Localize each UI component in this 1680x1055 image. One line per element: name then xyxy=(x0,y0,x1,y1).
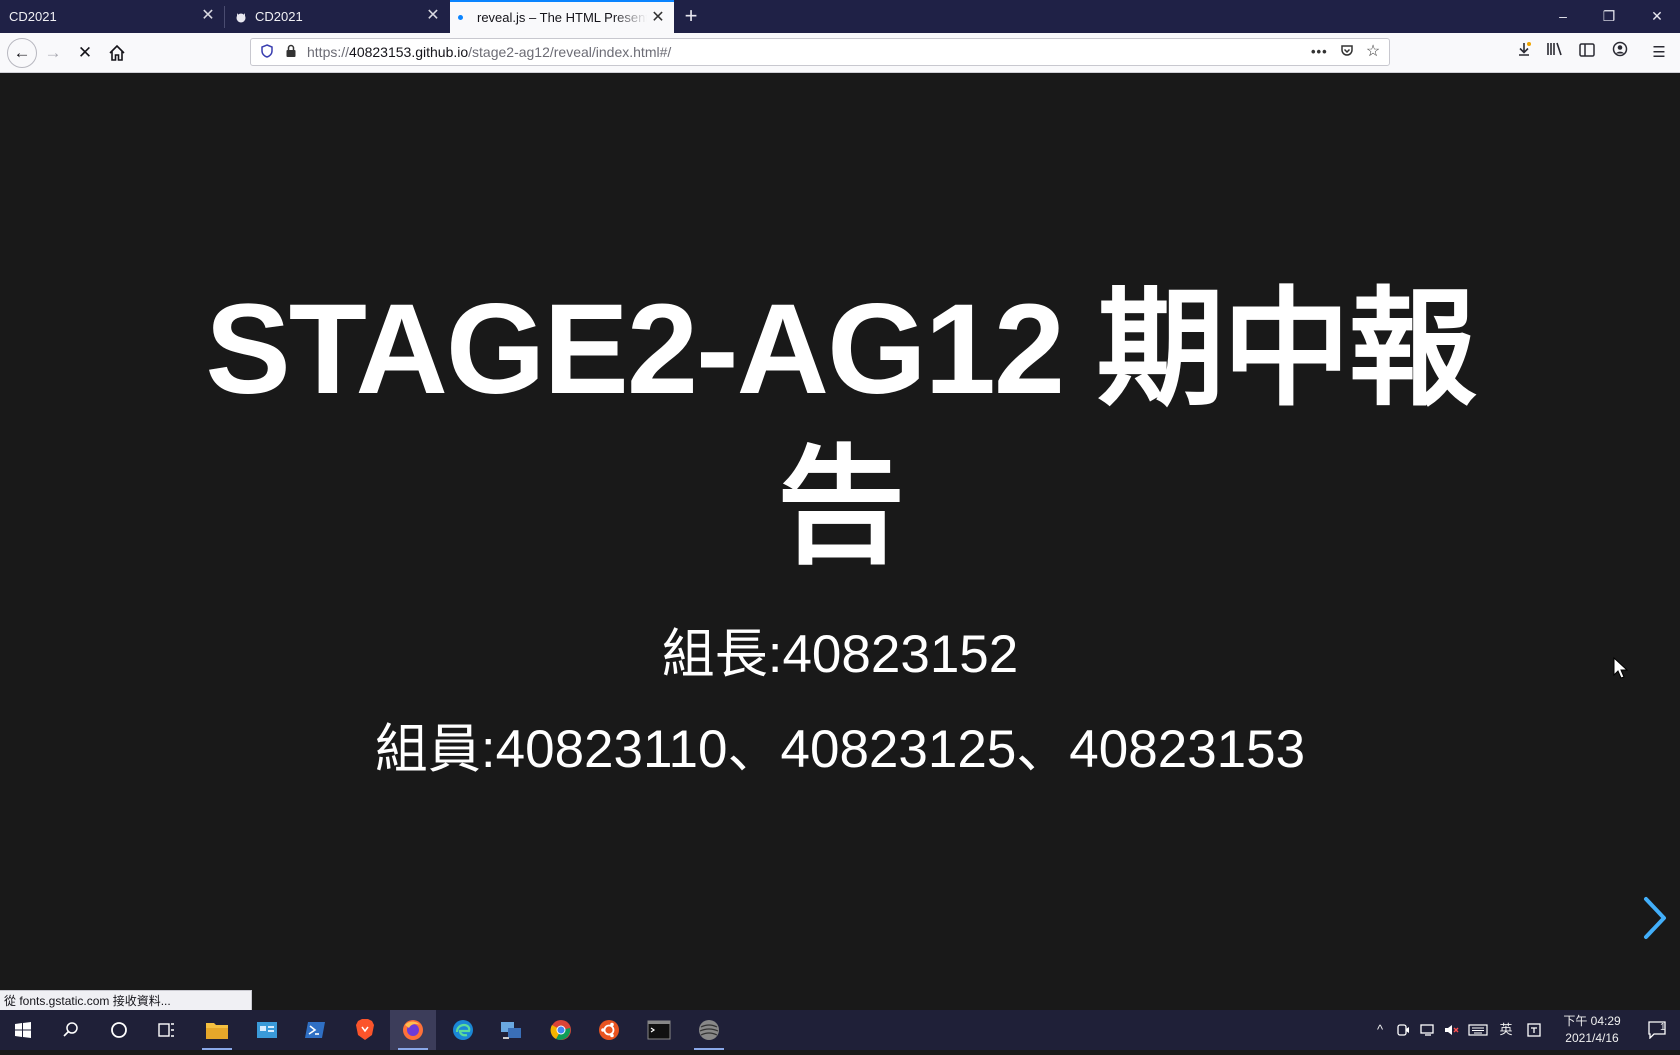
tab-cd2021-1[interactable]: CD2021 ✕ xyxy=(0,0,224,33)
restore-button[interactable]: ❐ xyxy=(1586,0,1632,33)
account-icon[interactable] xyxy=(1608,41,1632,65)
library-icon[interactable] xyxy=(1543,41,1567,65)
search-icon xyxy=(63,1022,78,1037)
notification-center-button[interactable]: 1 xyxy=(1640,1010,1676,1050)
chrome-icon xyxy=(550,1020,571,1040)
stop-button[interactable]: ✕ xyxy=(72,40,98,66)
downloads-icon[interactable] xyxy=(1512,41,1536,65)
network-icon[interactable] xyxy=(1418,1010,1438,1050)
clock-time: 下午 04:29 xyxy=(1563,1014,1621,1028)
lock-icon[interactable] xyxy=(283,44,299,60)
file-explorer-icon xyxy=(206,1023,228,1039)
search-button[interactable] xyxy=(48,1010,94,1050)
task-view-icon xyxy=(158,1023,174,1037)
cortana-button[interactable] xyxy=(96,1010,142,1050)
taskbar-firefox[interactable] xyxy=(390,1010,436,1050)
close-tab-icon[interactable]: ✕ xyxy=(200,8,216,24)
terminal-icon xyxy=(647,1020,671,1040)
tracking-shield-icon[interactable] xyxy=(259,44,275,60)
taskbar-powershell[interactable] xyxy=(292,1010,338,1050)
keyboard-icon[interactable] xyxy=(1466,1010,1490,1050)
pocket-icon[interactable] xyxy=(1339,44,1355,60)
loading-dot-icon xyxy=(458,15,463,20)
mouse-cursor-icon xyxy=(1613,657,1629,679)
volume-muted-icon[interactable] xyxy=(1442,1010,1462,1050)
taskbar-terminal[interactable] xyxy=(636,1010,682,1050)
task-view-button[interactable] xyxy=(144,1010,190,1050)
start-button[interactable] xyxy=(0,1010,46,1050)
forward-arrow-icon: → xyxy=(44,43,62,62)
taskbar-control-panel[interactable] xyxy=(244,1010,290,1050)
url-bar[interactable]: https://40823153.github.io/stage2-ag12/r… xyxy=(250,38,1390,66)
github-cat-icon xyxy=(235,11,247,23)
close-tab-icon[interactable]: ✕ xyxy=(650,10,666,26)
taskbar-file-explorer[interactable] xyxy=(194,1010,240,1050)
status-bar: 從 fonts.gstatic.com 接收資料... xyxy=(0,990,252,1011)
reveal-slide-viewport: STAGE2-AG12 期中報告 組長:40823152 組員:40823110… xyxy=(0,73,1680,1011)
minimize-button[interactable]: – xyxy=(1540,0,1586,33)
taskbar-network-tool[interactable] xyxy=(488,1010,534,1050)
tab-label: CD2021 xyxy=(9,9,57,24)
input-mode-icon[interactable] xyxy=(1524,1010,1544,1050)
powershell-icon xyxy=(305,1022,325,1038)
control-panel-icon xyxy=(257,1022,277,1038)
start-icon xyxy=(15,1022,31,1038)
taskbar-app-sphere[interactable] xyxy=(686,1010,732,1050)
next-slide-arrow-icon[interactable] xyxy=(1640,895,1670,941)
hamburger-menu-icon[interactable]: ☰ xyxy=(1647,41,1671,65)
taskbar-brave[interactable] xyxy=(342,1010,388,1050)
tab-cd2021-2[interactable]: CD2021 ✕ xyxy=(225,0,449,33)
url-host: 40823153.github.io xyxy=(349,44,469,60)
stop-x-icon: ✕ xyxy=(77,43,93,62)
slide-title: STAGE2-AG12 期中報告 xyxy=(205,278,1476,579)
url-scheme: https:// xyxy=(307,44,350,60)
system-clock[interactable]: 下午 04:29 2021/4/16 xyxy=(1552,1013,1632,1047)
app-sphere-icon xyxy=(699,1020,719,1040)
close-tab-icon[interactable]: ✕ xyxy=(425,8,441,24)
close-window-button[interactable]: ✕ xyxy=(1634,0,1680,33)
navigation-toolbar: ← → ✕ https://40823153.github.io/stage2-… xyxy=(0,33,1680,73)
brave-icon xyxy=(356,1019,374,1040)
notification-count-badge: 1 xyxy=(1660,1022,1666,1033)
ubuntu-icon xyxy=(599,1020,619,1040)
tab-label: CD2021 xyxy=(255,9,303,24)
new-tab-button[interactable]: + xyxy=(680,5,702,28)
tab-label: reveal.js – The HTML Presentatio xyxy=(477,10,647,25)
forward-button[interactable]: → xyxy=(40,40,66,66)
url-text[interactable]: https://40823153.github.io/stage2-ag12/r… xyxy=(307,39,671,65)
back-arrow-icon: ← xyxy=(13,43,31,62)
slide-members-line: 組員:40823110、40823125、40823153 xyxy=(374,720,1306,779)
meet-now-icon[interactable] xyxy=(1394,1010,1412,1050)
taskbar-chrome[interactable] xyxy=(538,1010,584,1050)
home-icon xyxy=(109,44,125,61)
tab-reveal-js[interactable]: reveal.js – The HTML Presentatio ✕ xyxy=(450,0,674,33)
bookmark-star-icon[interactable]: ☆ xyxy=(1365,44,1381,60)
back-button[interactable]: ← xyxy=(7,38,37,68)
browser-titlebar: CD2021 ✕ CD2021 ✕ reveal.js – The HTML P… xyxy=(0,0,1680,33)
cortana-icon xyxy=(111,1022,127,1038)
windows-taskbar: ^ 英 下午 04:29 2021/4/16 1 xyxy=(0,1010,1680,1050)
firefox-icon xyxy=(403,1020,423,1040)
home-button[interactable] xyxy=(104,40,130,66)
clock-date: 2021/4/16 xyxy=(1565,1031,1619,1045)
sidebar-icon[interactable] xyxy=(1575,41,1599,65)
taskbar-ubuntu[interactable] xyxy=(586,1010,632,1050)
url-path: /stage2-ag12/reveal/index.html#/ xyxy=(468,44,672,60)
network-tool-icon xyxy=(501,1022,521,1039)
taskbar-edge[interactable] xyxy=(440,1010,486,1050)
show-hidden-icons-chevron-icon[interactable]: ^ xyxy=(1370,1010,1390,1050)
edge-icon xyxy=(453,1020,473,1040)
ime-language-indicator[interactable]: 英 xyxy=(1494,1010,1518,1050)
page-actions-icon[interactable]: ••• xyxy=(1311,44,1327,60)
slide-leader-line: 組長:40823152 xyxy=(661,625,1019,684)
